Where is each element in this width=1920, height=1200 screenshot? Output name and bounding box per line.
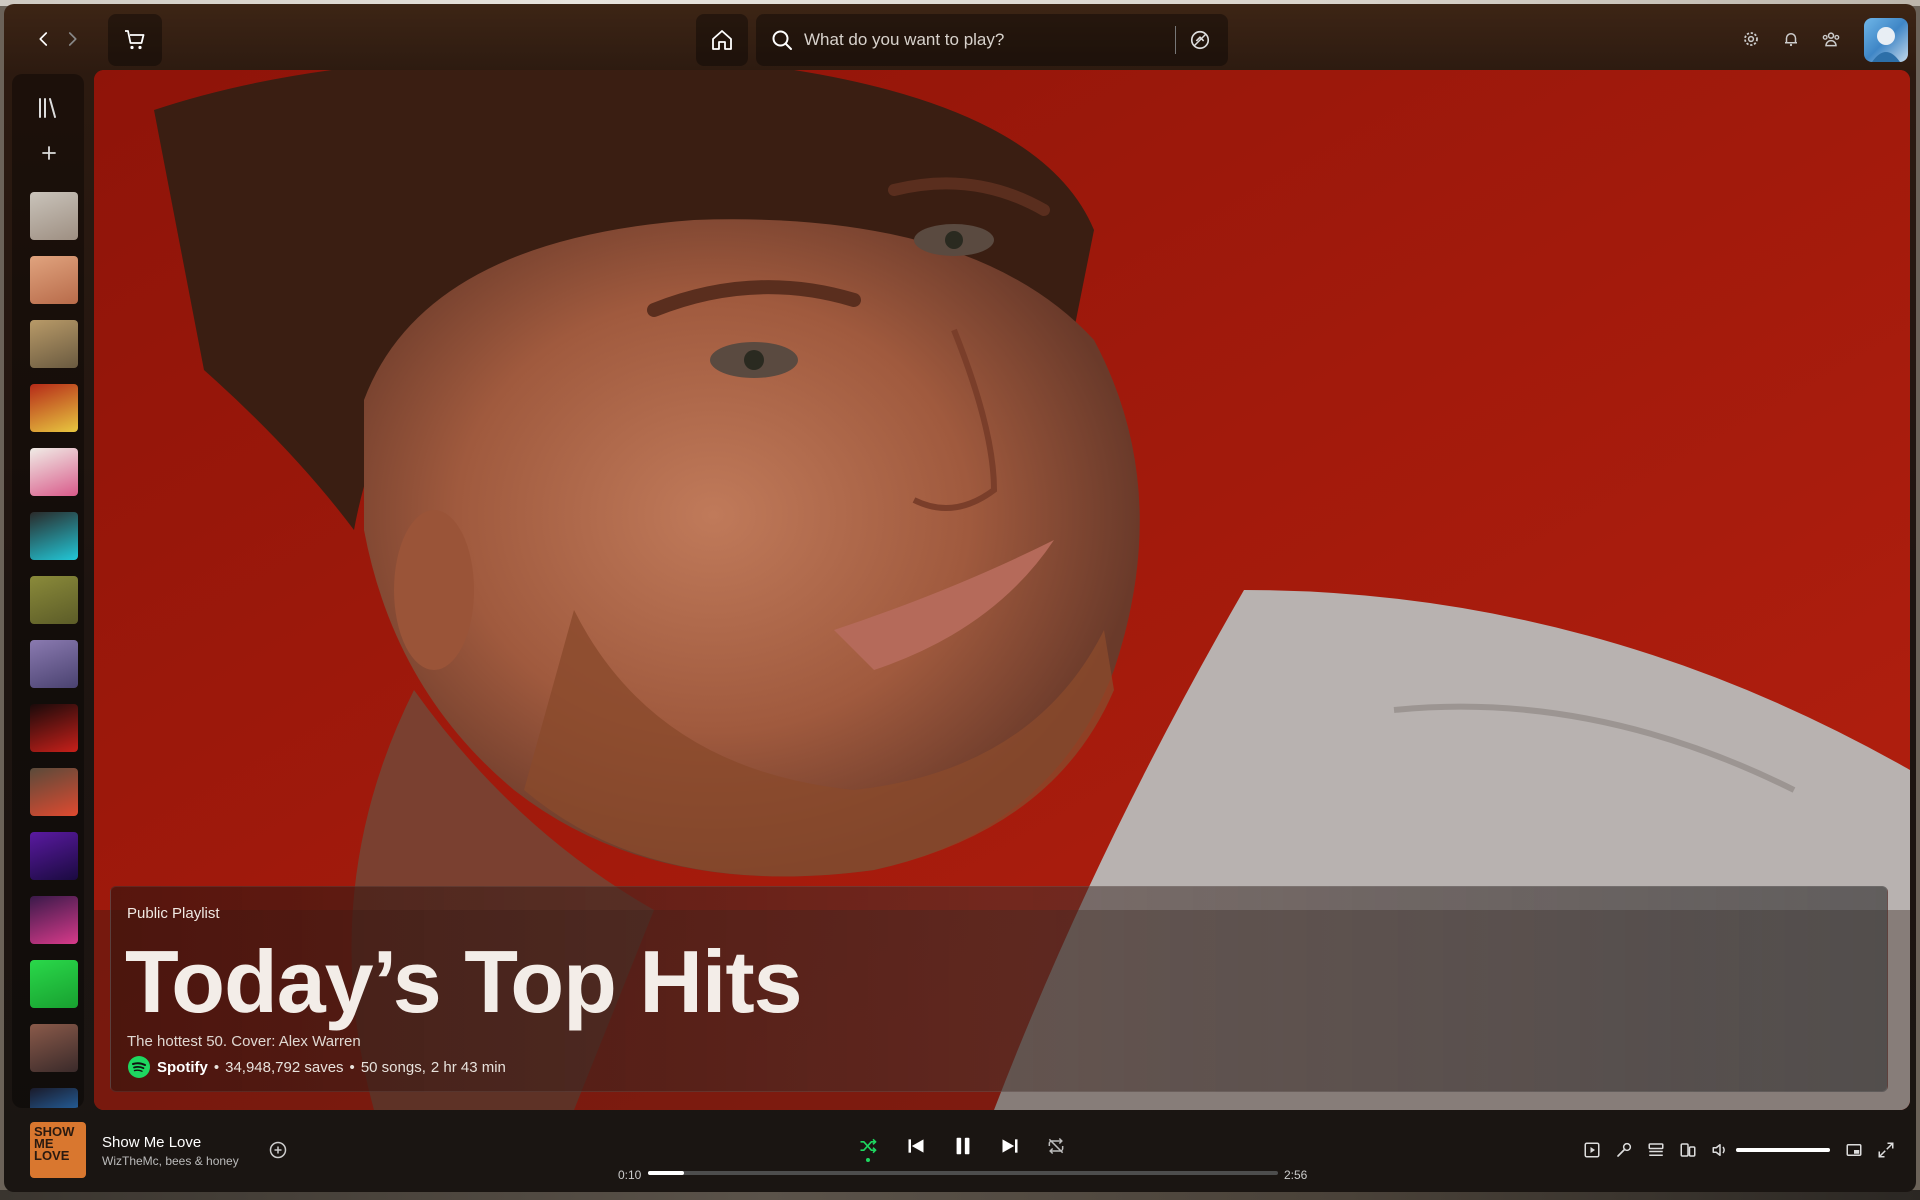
playlist-saves: 34,948,792 saves (225, 1058, 344, 1076)
now-playing-artist[interactable]: WizTheMc, bees & honey (102, 1154, 239, 1168)
playlist-info-panel: Public Playlist Today’s Top Hits The hot… (110, 886, 1888, 1092)
microphone-icon (1617, 1142, 1632, 1157)
total-time: 2:56 (1284, 1168, 1308, 1182)
search-icon (760, 28, 804, 52)
volume-slider[interactable] (1736, 1148, 1830, 1152)
add-circle-icon (269, 1141, 287, 1159)
settings-button[interactable] (1740, 28, 1762, 50)
meta-separator: • (349, 1058, 355, 1076)
queue-icon (1648, 1143, 1664, 1156)
spotify-logo-icon (128, 1056, 150, 1078)
library-item-playlist-9[interactable] (30, 704, 78, 752)
meta-separator: • (213, 1058, 220, 1076)
cart-button[interactable] (108, 14, 162, 66)
playlist-view: Public Playlist Today’s Top Hits The hot… (94, 70, 1910, 1110)
library-sidebar (12, 74, 84, 1108)
volume-fill (1736, 1148, 1830, 1152)
playlist-owner-link[interactable]: Spotify (157, 1059, 208, 1076)
shuffle-button[interactable] (856, 1134, 880, 1158)
shuffle-active-indicator (866, 1158, 870, 1162)
library-icon (39, 98, 56, 118)
library-item-playlist-14[interactable] (30, 1024, 78, 1072)
library-item-playlist-10[interactable] (30, 768, 78, 816)
library-item-playlist-13[interactable] (30, 960, 78, 1008)
library-item-playlist-3[interactable] (30, 320, 78, 368)
search-input[interactable] (804, 30, 1175, 50)
add-to-library-button[interactable] (268, 1140, 288, 1160)
chevron-left-icon (39, 32, 48, 46)
library-item-playlist-6[interactable] (30, 512, 78, 560)
miniplayer-icon (1846, 1144, 1862, 1156)
lyrics-button[interactable] (1614, 1140, 1634, 1160)
library-item-playlist-8[interactable] (30, 640, 78, 688)
previous-button[interactable] (904, 1134, 928, 1158)
shuffle-icon (860, 1138, 877, 1154)
pause-button[interactable] (951, 1134, 975, 1158)
home-icon (712, 30, 732, 50)
player-bar: SHOW ME LOVE Show Me Love WizTheMc, bees… (4, 1110, 1916, 1192)
top-bar (4, 4, 1916, 70)
mute-button[interactable] (1710, 1140, 1730, 1160)
now-playing-title[interactable]: Show Me Love (102, 1134, 201, 1151)
library-item-playlist-1[interactable] (30, 192, 78, 240)
skip-forward-icon (1002, 1139, 1018, 1153)
playback-progress-bar[interactable] (648, 1171, 1278, 1175)
repeat-button[interactable] (1044, 1134, 1068, 1158)
next-button[interactable] (998, 1134, 1022, 1158)
now-playing-cover[interactable]: SHOW ME LOVE (30, 1122, 86, 1178)
miniplayer-button[interactable] (1844, 1140, 1864, 1160)
bell-icon (1785, 33, 1797, 47)
connect-device-button[interactable] (1678, 1140, 1698, 1160)
volume-icon (1712, 1144, 1725, 1156)
spotify-window: Public Playlist Today’s Top Hits The hot… (4, 4, 1916, 1192)
playback-progress-fill (648, 1171, 684, 1175)
gear-icon (1744, 32, 1758, 46)
playlist-description: The hottest 50. Cover: Alex Warren (127, 1033, 361, 1050)
library-item-playlist-15[interactable] (30, 1088, 78, 1108)
device-icon (1680, 1143, 1696, 1157)
queue-button[interactable] (1646, 1140, 1666, 1160)
playlist-type-label: Public Playlist (127, 905, 220, 922)
friend-activity-button[interactable] (1820, 28, 1842, 50)
elapsed-time: 0:10 (618, 1168, 642, 1182)
library-item-playlist-4[interactable] (30, 384, 78, 432)
back-button[interactable] (32, 24, 56, 54)
plus-icon (42, 146, 56, 160)
now-playing-view-icon (1584, 1142, 1600, 1158)
chevron-right-icon (68, 32, 77, 46)
library-item-playlist-5[interactable] (30, 448, 78, 496)
cart-icon (125, 30, 145, 50)
repeat-off-icon (1048, 1137, 1064, 1155)
browse-button[interactable] (1188, 28, 1212, 52)
library-item-playlist-7[interactable] (30, 576, 78, 624)
search-divider (1175, 26, 1176, 54)
search-bar[interactable] (756, 14, 1228, 66)
create-playlist-button[interactable] (38, 142, 60, 164)
pause-icon (956, 1137, 970, 1155)
forward-button[interactable] (60, 24, 84, 54)
playlist-meta: Spotify • 34,948,792 saves • 50 songs, 2… (127, 1055, 506, 1079)
user-avatar[interactable] (1864, 18, 1908, 62)
playlist-song-count: 50 songs, (360, 1058, 426, 1076)
playlist-title: Today’s Top Hits (125, 932, 803, 1031)
library-item-playlist-11[interactable] (30, 832, 78, 880)
library-item-playlist-2[interactable] (30, 256, 78, 304)
library-button[interactable] (36, 96, 60, 120)
fullscreen-button[interactable] (1876, 1140, 1896, 1160)
playlist-duration: 2 hr 43 min (430, 1058, 506, 1076)
avatar-image (1872, 27, 1900, 62)
skip-back-icon (908, 1139, 924, 1153)
notifications-button[interactable] (1780, 28, 1802, 50)
friends-icon (1822, 32, 1840, 47)
now-playing-cover-text: SHOW ME LOVE (34, 1124, 75, 1163)
expand-icon (1878, 1142, 1894, 1158)
home-button[interactable] (696, 14, 748, 66)
browse-icon (1190, 30, 1210, 50)
library-item-playlist-12[interactable] (30, 896, 78, 944)
now-playing-view-button[interactable] (1582, 1140, 1602, 1160)
